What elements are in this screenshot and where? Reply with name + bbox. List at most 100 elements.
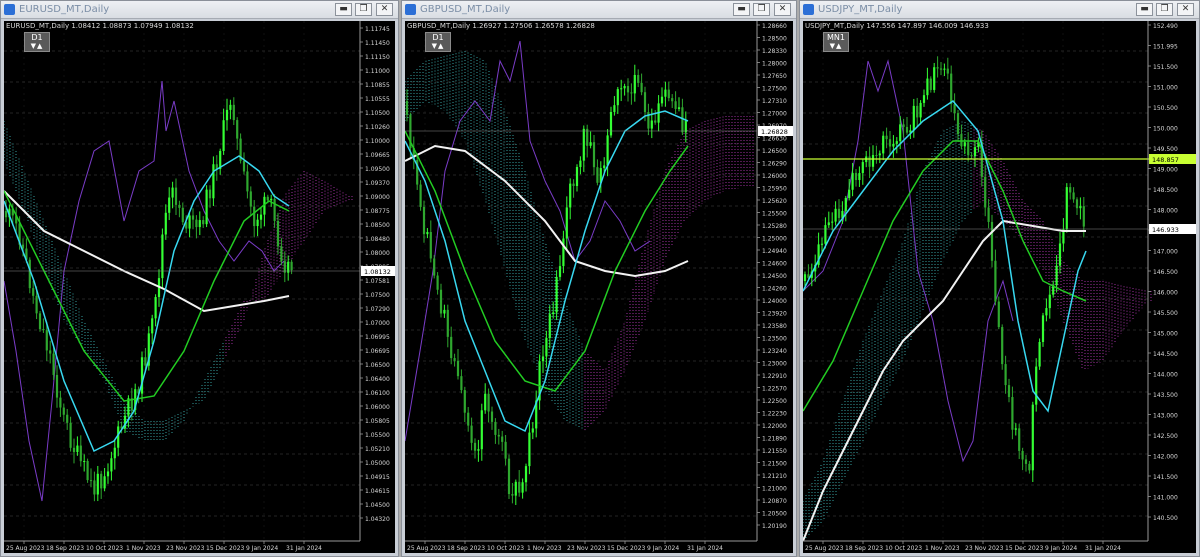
timeframe-widget[interactable]: MN1 ▼▲ (823, 32, 849, 52)
close-button[interactable]: ✕ (1177, 3, 1194, 16)
chart-canvas[interactable]: 152.490 151.995 151.500 151.000 150.500 150.0… (803, 21, 1196, 553)
price-chart[interactable]: 152.490 151.995 151.500 151.000 150.500 150.0… (803, 21, 1196, 553)
candle-body (467, 412, 470, 426)
date-tick-label: 18 Sep 2023 (46, 545, 84, 552)
candle-body (477, 449, 480, 451)
price-tick-label: 1.09000 (365, 194, 390, 201)
candle-body (144, 357, 147, 366)
price-axis: 152.490 151.995 151.500 151.000 150.500 150.0… (1147, 21, 1178, 541)
candle-body (83, 460, 86, 462)
date-tick-label: 9 Jan 2024 (647, 545, 679, 552)
candle-body (276, 220, 280, 247)
candle-body (419, 184, 422, 207)
candle-body (456, 360, 460, 377)
price-tick-label: 143.500 (1153, 392, 1178, 399)
close-button[interactable]: ✕ (376, 3, 393, 16)
close-button[interactable]: ✕ (774, 3, 791, 16)
restore-button[interactable]: ❐ (753, 3, 770, 16)
candle-body (575, 167, 579, 187)
price-tick-label: 1.10000 (365, 138, 390, 145)
price-tick-label: 1.20500 (762, 511, 787, 518)
price-tick-label: 1.07290 (365, 306, 390, 313)
candle-body (229, 104, 232, 110)
timeframe-widget[interactable]: D1 ▼▲ (425, 32, 451, 52)
chart-window-gbpusd[interactable]: GBPUSD_MT,Daily ▬ ❐ ✕ 1.28660 1.28500 1.28… (401, 0, 797, 557)
timeframe-arrows-icon[interactable]: ▼▲ (25, 42, 49, 50)
candle-body (987, 207, 990, 222)
price-tick-label: 149.000 (1153, 167, 1178, 174)
candle-body (541, 356, 545, 362)
price-tick-label: 1.28330 (762, 48, 787, 55)
price-tick-label: 1.26500 (762, 148, 787, 155)
price-tick-label: 1.21000 (762, 486, 787, 493)
price-tick-label: 1.26000 (762, 173, 787, 180)
candle-body (59, 397, 62, 408)
candle-body (1041, 315, 1045, 343)
candle-body (446, 309, 449, 337)
price-chart[interactable]: 1.28660 1.28500 1.28330 1.28000 1.27650 1.275… (405, 21, 793, 553)
chart-window-icon (4, 4, 15, 15)
price-tick-label: 151.995 (1153, 44, 1178, 51)
candle-body (35, 295, 38, 314)
candle-body (967, 142, 970, 156)
price-tick-label: 1.06000 (365, 404, 390, 411)
chart-window-eurusd[interactable]: EURUSD_MT,Daily ▬ ❐ ✕ 1.11745 1.11450 1.11… (0, 0, 399, 557)
restore-button[interactable]: ❐ (355, 3, 372, 16)
candle-body (1007, 385, 1011, 398)
price-tick-label: 1.08775 (365, 208, 390, 215)
chart-canvas[interactable]: 1.11745 1.11450 1.11150 1.11000 1.10855 1.105… (4, 21, 395, 553)
candle-body (205, 189, 208, 225)
candle-body (480, 410, 483, 450)
date-tick-label: 23 Nov 2023 (965, 545, 1004, 552)
titlebar[interactable]: EURUSD_MT,Daily ▬ ❐ ✕ (1, 1, 398, 19)
candle-body (62, 407, 65, 415)
timeframe-arrows-icon[interactable]: ▼▲ (824, 42, 848, 50)
date-axis: 25 Aug 2023 18 Sep 2023 10 Oct 2023 1 Nov 2… (405, 540, 757, 552)
price-tick-label: 1.27650 (762, 73, 787, 80)
price-tick-label: 1.28500 (762, 36, 787, 43)
chart-window-icon (803, 4, 814, 15)
price-tick-label: 1.06400 (365, 376, 390, 383)
candle-body (1018, 428, 1021, 451)
price-tick-label: 1.09370 (365, 180, 390, 187)
date-axis: 25 Aug 2023 18 Sep 2023 10 Oct 2023 1 Nov 2… (803, 540, 1148, 552)
candle-body (953, 104, 956, 114)
chart-window-usdjpy[interactable]: USDJPY_MT,Daily ▬ ❐ ✕ 152.490 151.995 151.… (799, 0, 1200, 557)
candle-body (89, 480, 93, 482)
candle-body (433, 258, 436, 276)
candle-body (973, 147, 977, 157)
date-tick-label: 25 Aug 2023 (805, 545, 844, 552)
timeframe-arrows-icon[interactable]: ▼▲ (426, 42, 450, 50)
minimize-button[interactable]: ▬ (733, 3, 750, 16)
price-tick-label: 1.10500 (365, 110, 390, 117)
candle-body (256, 219, 259, 227)
ohlc-readout: EURUSD_MT,Daily 1.08412 1.08873 1.07949 … (6, 22, 194, 30)
candle-body (280, 246, 283, 262)
price-tick-label: 1.08480 (365, 236, 390, 243)
price-chart[interactable]: 1.11745 1.11450 1.11150 1.11000 1.10855 1.105… (4, 21, 395, 553)
candle-body (912, 105, 915, 131)
candle-body (919, 102, 922, 118)
price-tick-label: 1.05210 (365, 446, 390, 453)
minimize-button[interactable]: ▬ (335, 3, 352, 16)
price-tick-label: 142.500 (1153, 433, 1178, 440)
candle-body (208, 189, 212, 199)
candle-body (895, 141, 898, 144)
candle-body (603, 165, 606, 169)
candle-body (49, 350, 52, 354)
minimize-button[interactable]: ▬ (1136, 3, 1153, 16)
date-tick-label: 15 Dec 2023 (607, 545, 646, 552)
timeframe-widget[interactable]: D1 ▼▲ (24, 32, 50, 52)
candle-body (232, 104, 235, 121)
candle-body (579, 160, 582, 168)
restore-button[interactable]: ❐ (1156, 3, 1173, 16)
price-tick-label: 1.11150 (365, 54, 390, 61)
candle-body (677, 107, 681, 109)
candle-body (79, 445, 82, 462)
titlebar[interactable]: GBPUSD_MT,Daily ▬ ❐ ✕ (402, 1, 796, 19)
candle-body (936, 67, 939, 69)
chart-canvas[interactable]: 1.28660 1.28500 1.28330 1.28000 1.27650 1.275… (405, 21, 793, 553)
price-tick-label: 146.500 (1153, 269, 1178, 276)
candle-body (545, 337, 548, 357)
titlebar[interactable]: USDJPY_MT,Daily ▬ ❐ ✕ (800, 1, 1199, 19)
